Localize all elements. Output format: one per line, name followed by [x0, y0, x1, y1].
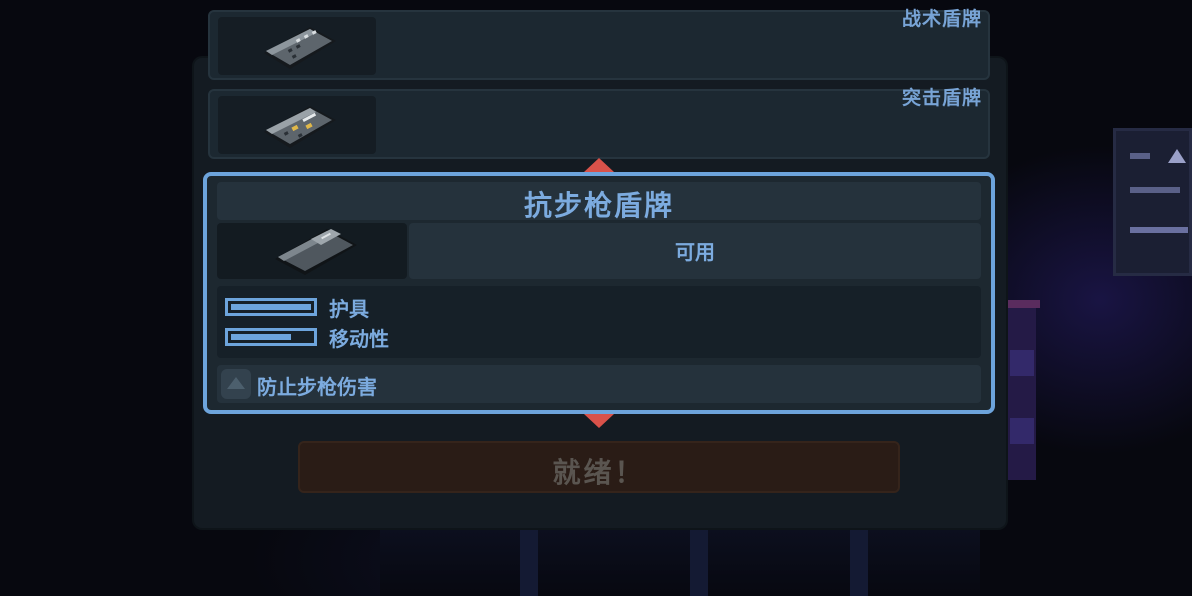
armor-label: 护具 — [329, 297, 369, 321]
scroll-down-arrow-icon[interactable] — [584, 414, 614, 428]
perk-row: 防止步枪伤害 — [217, 365, 981, 403]
game-scene: 战术盾牌 突击盾牌 抗步枪盾牌 可用 护具 移动性 防止步枪伤害 就绪！ — [0, 0, 1192, 596]
background-post — [1004, 300, 1040, 480]
perk-label: 防止步枪伤害 — [257, 375, 377, 399]
ready-button[interactable]: 就绪！ — [298, 441, 900, 493]
shield-option-assault[interactable]: 突击盾牌 — [208, 87, 990, 159]
armor-bar — [225, 298, 317, 316]
background-sign — [1113, 128, 1192, 276]
availability-status: 可用 — [675, 240, 715, 264]
background-floor — [380, 530, 980, 596]
shield-option-tactical[interactable]: 战术盾牌 — [208, 8, 990, 80]
selected-shield-title: 抗步枪盾牌 — [523, 189, 674, 222]
perk-arrow-icon — [221, 369, 251, 399]
shield-option-label: 突击盾牌 — [901, 87, 982, 109]
mobility-bar-fill — [231, 334, 291, 340]
ready-button-label: 就绪！ — [552, 456, 646, 489]
shield-option-icon-box — [218, 96, 376, 154]
scroll-up-arrow-icon[interactable] — [584, 158, 614, 172]
shield-option-icon-box — [218, 17, 376, 75]
rifle-shield-icon — [275, 229, 357, 275]
card-title-bar: 抗步枪盾牌 — [217, 182, 981, 222]
mobility-label: 移动性 — [329, 327, 389, 351]
assault-shield-icon — [264, 106, 336, 148]
selected-shield-icon-box — [217, 223, 407, 279]
status-box: 可用 — [409, 223, 981, 279]
tactical-shield-icon — [264, 27, 336, 69]
mobility-bar — [225, 328, 317, 346]
stats-box: 护具 移动性 — [217, 286, 981, 358]
shield-option-label: 战术盾牌 — [901, 8, 982, 30]
armor-bar-fill — [231, 304, 311, 310]
selected-shield-card[interactable]: 抗步枪盾牌 可用 护具 移动性 防止步枪伤害 — [203, 172, 995, 414]
